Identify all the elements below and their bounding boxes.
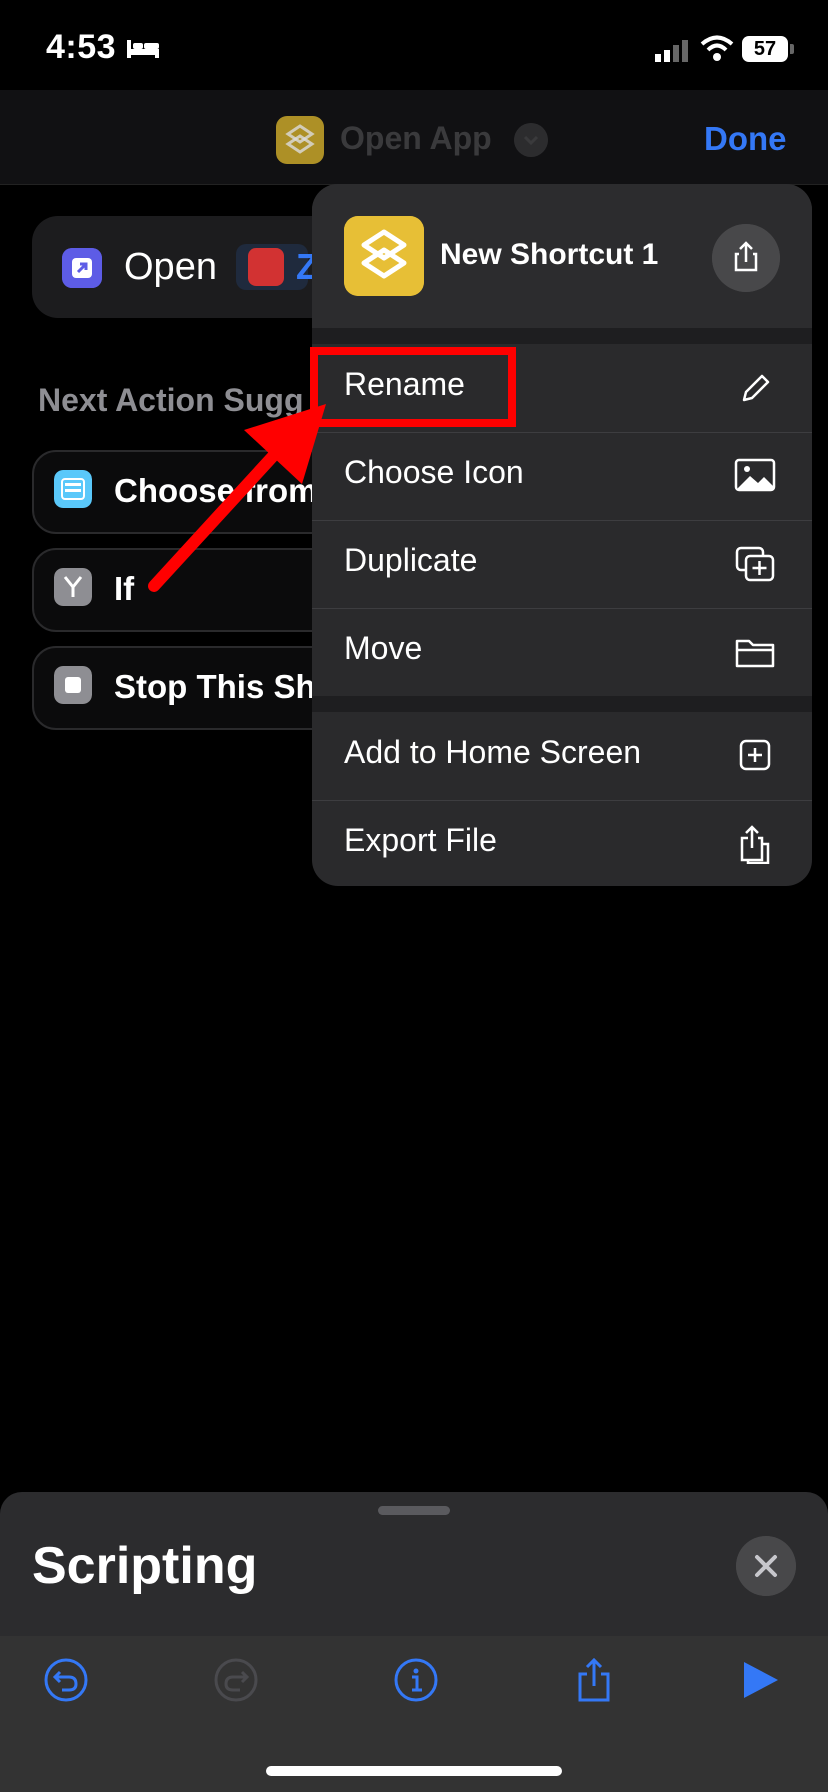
- menu-separator: [312, 696, 812, 712]
- add-square-icon: [739, 739, 771, 771]
- folder-icon: [735, 639, 775, 668]
- menu-item-add-to-home-screen[interactable]: Add to Home Screen: [312, 712, 812, 801]
- chevron-down-icon[interactable]: [514, 123, 548, 157]
- shortcut-context-menu: New Shortcut 1 Rename Choose Icon Duplic…: [312, 184, 812, 886]
- menu-list-icon: [54, 470, 92, 508]
- status-time: 4:53: [46, 28, 117, 66]
- share-icon[interactable]: [712, 224, 780, 292]
- branch-icon: [54, 568, 92, 606]
- sleep-bed-icon: [127, 40, 159, 58]
- sheet-grabber[interactable]: [378, 1506, 450, 1515]
- sheet-title: Scripting: [32, 1537, 258, 1595]
- redo-icon[interactable]: [212, 1656, 260, 1704]
- undo-icon[interactable]: [42, 1656, 90, 1704]
- home-indicator: [266, 1766, 562, 1776]
- highlight-box: [310, 347, 516, 427]
- menu-item-move[interactable]: Move: [312, 608, 812, 696]
- battery-level: 57: [742, 36, 788, 62]
- menu-item-export-file[interactable]: Export File: [312, 800, 812, 886]
- done-button[interactable]: Done: [704, 120, 787, 158]
- red-arrow-icon: [148, 404, 326, 592]
- menu-item-label: Export File: [344, 822, 497, 858]
- cellular-signal-icon: [655, 40, 688, 62]
- nav-title[interactable]: Open App: [340, 120, 492, 157]
- open-app-icon: [62, 248, 102, 288]
- shortcut-name: New Shortcut 1: [440, 238, 659, 271]
- photo-icon: [734, 458, 776, 492]
- stop-icon: [54, 666, 92, 704]
- suggestion-label: Stop This Sh: [114, 668, 316, 705]
- duplicate-icon: [735, 546, 775, 582]
- zomato-app-icon: [248, 248, 284, 286]
- battery-tip: [790, 44, 794, 54]
- wifi-icon: [700, 35, 734, 61]
- play-icon[interactable]: [736, 1656, 784, 1704]
- menu-item-label: Choose Icon: [344, 454, 524, 490]
- share-icon[interactable]: [570, 1656, 618, 1704]
- open-label: Open: [124, 246, 217, 288]
- menu-item-label: Add to Home Screen: [344, 734, 642, 770]
- menu-item-choose-icon[interactable]: Choose Icon: [312, 432, 812, 521]
- menu-item-duplicate[interactable]: Duplicate: [312, 520, 812, 609]
- export-file-icon: [740, 825, 770, 864]
- menu-separator: [312, 328, 812, 344]
- shortcut-icon: [344, 216, 424, 296]
- close-icon[interactable]: [736, 1536, 796, 1596]
- menu-item-label: Duplicate: [344, 542, 478, 578]
- menu-item-label: Move: [344, 630, 423, 666]
- shortcut-layers-icon[interactable]: [276, 116, 324, 164]
- info-icon[interactable]: [392, 1656, 440, 1704]
- pencil-icon: [742, 374, 770, 402]
- suggestion-label: If: [114, 570, 135, 607]
